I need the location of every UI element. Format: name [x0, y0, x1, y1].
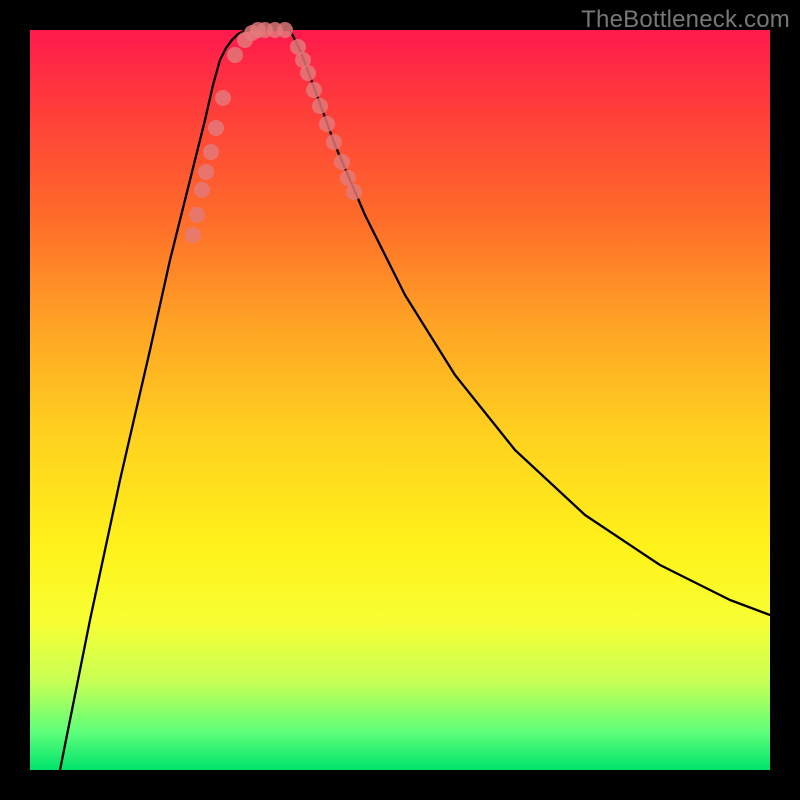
series-right-arm	[290, 30, 770, 615]
marker-dot	[319, 116, 335, 132]
marker-dot	[346, 184, 362, 200]
marker-dot	[198, 164, 214, 180]
marker-dot	[300, 65, 316, 81]
chart-svg	[30, 30, 770, 770]
marker-dot	[340, 170, 356, 186]
marker-dot	[208, 120, 224, 136]
markers-group	[185, 22, 362, 243]
series-group	[60, 30, 770, 770]
marker-dot	[306, 82, 322, 98]
plot-area	[30, 30, 770, 770]
marker-dot	[277, 22, 293, 38]
marker-dot	[194, 182, 210, 198]
marker-dot	[227, 47, 243, 63]
marker-dot	[312, 98, 328, 114]
marker-dot	[189, 207, 205, 223]
marker-dot	[203, 144, 219, 160]
series-left-arm	[60, 30, 250, 770]
outer-frame: TheBottleneck.com	[0, 0, 800, 800]
marker-dot	[326, 134, 342, 150]
marker-dot	[334, 154, 350, 170]
marker-dot	[185, 227, 201, 243]
marker-dot	[215, 90, 231, 106]
